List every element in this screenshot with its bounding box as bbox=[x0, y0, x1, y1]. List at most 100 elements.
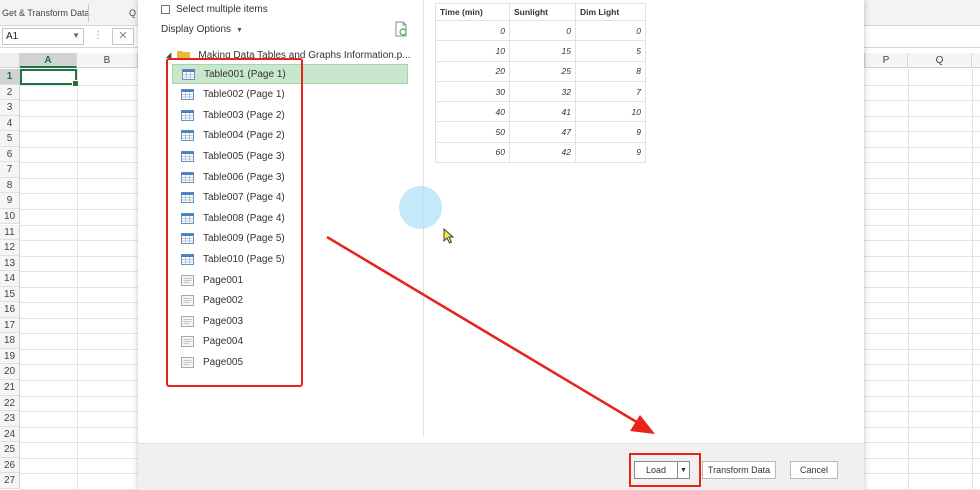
grid-row-line bbox=[864, 333, 980, 335]
row-header[interactable]: 6 bbox=[0, 146, 20, 163]
row-header[interactable]: 26 bbox=[0, 457, 20, 474]
column-header-b[interactable]: B bbox=[77, 53, 138, 68]
more-options-icon[interactable]: ⋮ bbox=[93, 30, 103, 41]
preview-row: 000 bbox=[435, 19, 646, 42]
select-all-corner[interactable] bbox=[0, 53, 20, 68]
preview-cell: 20 bbox=[435, 60, 510, 82]
select-multiple-checkbox[interactable] bbox=[161, 4, 170, 14]
row-header[interactable]: 15 bbox=[0, 286, 20, 303]
grid-row-line bbox=[864, 115, 980, 117]
cancel-button[interactable]: Cancel bbox=[790, 461, 838, 479]
preview-cell: 0 bbox=[509, 19, 576, 42]
grid-row-line bbox=[20, 131, 138, 133]
grid-row-line bbox=[864, 302, 980, 304]
grid-row-line bbox=[864, 100, 980, 102]
grid-row-line bbox=[864, 380, 980, 381]
display-options-label: Display Options bbox=[161, 24, 232, 35]
grid-row-line bbox=[864, 364, 980, 366]
preview-cell: 41 bbox=[509, 101, 576, 123]
row-header[interactable]: 19 bbox=[0, 348, 20, 365]
name-box[interactable]: A1 ▼ bbox=[2, 28, 84, 45]
grid-row-line bbox=[864, 442, 980, 444]
grid-row-line bbox=[20, 333, 138, 335]
preview-cell: 47 bbox=[509, 121, 576, 143]
grid-row-line bbox=[20, 208, 138, 210]
preview-cell: 42 bbox=[509, 141, 576, 164]
display-options-dropdown[interactable]: Display Options ▼ bbox=[161, 24, 243, 35]
preview-table: Time (min) Sunlight Dim Light 0 0 0 10 15 5 20… bbox=[435, 3, 646, 164]
row-header[interactable]: 27 bbox=[0, 473, 20, 489]
grid-row-line bbox=[864, 255, 980, 257]
grid-row-line bbox=[20, 442, 138, 444]
row-header[interactable]: 23 bbox=[0, 411, 20, 427]
select-multiple-row[interactable]: Select multiple items bbox=[161, 2, 268, 16]
row-header[interactable]: 16 bbox=[0, 302, 20, 318]
row-header[interactable]: 21 bbox=[0, 380, 20, 396]
row-header[interactable]: 3 bbox=[0, 100, 20, 116]
grid-row-line bbox=[20, 146, 138, 148]
row-header[interactable]: 5 bbox=[0, 131, 20, 147]
preview-row: 30 32 7 bbox=[435, 80, 646, 103]
ribbon-next-group-label[interactable]: Q bbox=[129, 8, 136, 18]
grid-row-line bbox=[864, 193, 980, 195]
ribbon-group-label[interactable]: Get & Transform Data bbox=[2, 8, 90, 18]
preview-cell: 0 bbox=[575, 19, 646, 42]
caret-down-icon: ▼ bbox=[236, 27, 243, 34]
row-header[interactable]: 8 bbox=[0, 177, 20, 194]
preview-header-time: Time (min) bbox=[435, 3, 510, 21]
preview-row: 40 41 10 bbox=[435, 101, 646, 123]
row-header[interactable]: 1 bbox=[0, 69, 20, 85]
column-header-p[interactable]: P bbox=[864, 53, 908, 68]
row-header[interactable]: 22 bbox=[0, 395, 20, 412]
row-header[interactable]: 24 bbox=[0, 426, 20, 443]
row-header[interactable]: 13 bbox=[0, 255, 20, 272]
row-header[interactable]: 20 bbox=[0, 364, 20, 380]
row-header[interactable]: 18 bbox=[0, 333, 20, 349]
annotation-highlight-list bbox=[166, 58, 303, 387]
grid-row-line bbox=[864, 348, 980, 350]
grid-row-line bbox=[20, 162, 138, 164]
grid-row-line bbox=[864, 146, 980, 148]
row-header[interactable]: 9 bbox=[0, 193, 20, 209]
preview-body: 0 0 0 10 15 5 20 25 8 30 32 7 40 41 10 50 47 9 60 42 9 bbox=[435, 19, 646, 164]
grid-row-line bbox=[20, 177, 138, 179]
row-header[interactable]: 25 bbox=[0, 442, 20, 458]
preview-cell: 0 bbox=[435, 19, 510, 42]
column-header-q[interactable]: Q bbox=[908, 53, 972, 68]
preview-cell: 50 bbox=[435, 121, 510, 143]
active-cell-a1[interactable] bbox=[20, 69, 79, 87]
grid-row-line bbox=[20, 240, 138, 242]
preview-cell: 8 bbox=[575, 60, 646, 82]
grid-row-line bbox=[864, 208, 980, 210]
refresh-icon[interactable] bbox=[394, 21, 408, 37]
preview-cell: 9 bbox=[575, 141, 646, 164]
preview-cell: 15 bbox=[509, 40, 576, 62]
preview-row: 10 15 5 bbox=[435, 40, 646, 62]
transform-data-button[interactable]: Transform Data bbox=[702, 461, 776, 479]
preview-cell: 5 bbox=[575, 40, 646, 62]
preview-cell: 30 bbox=[435, 80, 510, 103]
row-header[interactable]: 10 bbox=[0, 208, 20, 225]
preview-row: 20 25 8 bbox=[435, 60, 646, 82]
cancel-entry-icon[interactable]: ✕ bbox=[112, 28, 134, 45]
grid-row-line bbox=[864, 395, 980, 397]
row-header[interactable]: 11 bbox=[0, 224, 20, 240]
grid-row-line bbox=[864, 84, 980, 86]
row-header[interactable]: 7 bbox=[0, 162, 20, 178]
preview-row: 60 42 9 bbox=[435, 141, 646, 164]
annotation-highlight-load bbox=[629, 453, 701, 487]
column-header-a[interactable]: A bbox=[20, 53, 77, 68]
preview-cell: 60 bbox=[435, 141, 510, 164]
preview-cell: 9 bbox=[575, 121, 646, 143]
grid-row-line bbox=[20, 364, 138, 366]
row-header[interactable]: 14 bbox=[0, 271, 20, 287]
row-header[interactable]: 2 bbox=[0, 84, 20, 101]
row-header[interactable]: 17 bbox=[0, 317, 20, 334]
grid-row-line bbox=[864, 457, 980, 459]
row-header[interactable]: 4 bbox=[0, 115, 20, 132]
grid-row-line bbox=[20, 380, 138, 381]
row-header[interactable]: 12 bbox=[0, 240, 20, 256]
chevron-down-icon[interactable]: ▼ bbox=[72, 31, 80, 40]
preview-cell: 10 bbox=[435, 40, 510, 62]
grid-row-line bbox=[864, 286, 980, 288]
